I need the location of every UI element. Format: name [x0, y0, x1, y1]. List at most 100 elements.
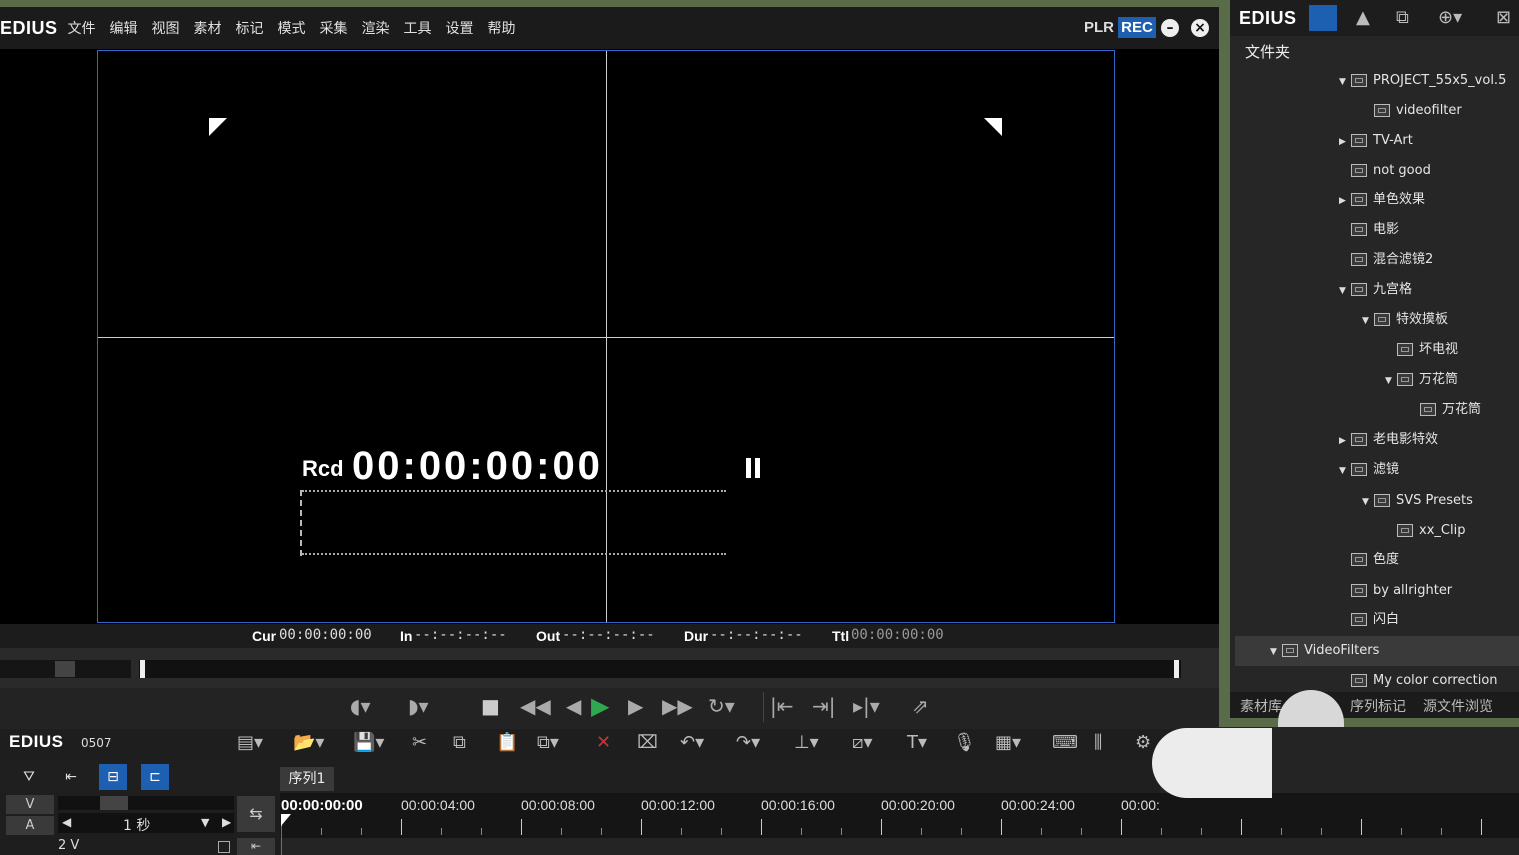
expand-right-icon[interactable]: ▶ [1339, 431, 1351, 451]
tab-sequence1[interactable]: 序列1 [280, 767, 334, 791]
menu-settings[interactable]: 设置 [446, 18, 474, 38]
expand-down-icon[interactable]: ▼ [1339, 461, 1351, 481]
swap-tracks-icon[interactable]: ⇆ [237, 796, 275, 832]
triangle-up-icon[interactable]: ▲ [1356, 7, 1370, 28]
step-forward-icon[interactable]: ▶ [628, 694, 643, 718]
marker-icon[interactable]: ⊥▾ [794, 732, 819, 753]
set-out-icon[interactable]: ◗▾ [408, 694, 429, 718]
close-icon[interactable]: × [1191, 19, 1209, 37]
tree-item[interactable]: ▼ 特效摸板 [1362, 310, 1448, 330]
playhead-marker[interactable] [281, 814, 291, 826]
plr-mode-button[interactable]: PLR [1084, 19, 1114, 36]
slider-end-marker[interactable] [1174, 660, 1179, 678]
menu-clip[interactable]: 素材 [194, 18, 222, 38]
voiceover-icon[interactable]: 🎙 [953, 732, 976, 753]
insert-mode-icon[interactable]: ⇤ [57, 764, 85, 790]
tree-item[interactable]: ▶ 单色效果 [1339, 190, 1425, 210]
link-folder-icon[interactable]: ⧉ [1396, 7, 1409, 28]
menu-view[interactable]: 视图 [152, 18, 180, 38]
paste-special-icon[interactable]: ⧉▾ [537, 732, 559, 753]
tree-item[interactable]: ▼ PROJECT_55x5_vol.5 [1339, 71, 1506, 91]
new-sequence-icon[interactable]: ▤▾ [237, 732, 263, 753]
play-icon[interactable]: ▶ [591, 692, 609, 720]
effect-icon[interactable]: ⧄▾ [852, 732, 872, 753]
position-slider[interactable] [139, 660, 1181, 678]
expand-down-icon[interactable]: ▼ [1385, 371, 1397, 391]
set-in-icon[interactable]: ◖▾ [350, 694, 371, 718]
export-icon[interactable]: ⇗ [912, 694, 929, 718]
track-height-knob[interactable] [100, 796, 128, 810]
tree-item[interactable]: ▼ 万花筒 [1385, 370, 1458, 390]
loop-icon[interactable]: ↻▾ [708, 694, 735, 718]
video-channel-label[interactable]: V [6, 795, 54, 814]
rewind-icon[interactable]: ◀◀ [520, 694, 551, 718]
chevron-down-icon[interactable]: ▼ [201, 816, 209, 829]
menu-marker[interactable]: 标记 [236, 18, 264, 38]
track-height-slider[interactable] [58, 796, 234, 810]
expand-right-icon[interactable]: ▶ [1339, 132, 1351, 152]
expand-down-icon[interactable]: ▼ [1339, 72, 1351, 92]
tree-item[interactable]: ▼ 九宫格 [1339, 280, 1412, 300]
menu-help[interactable]: 帮助 [488, 18, 516, 38]
mixer-icon[interactable]: ⫼ [1094, 732, 1102, 753]
slider-start-marker[interactable] [140, 660, 145, 678]
tree-item[interactable]: 色度 [1339, 550, 1399, 570]
menu-file[interactable]: 文件 [68, 18, 96, 38]
tree-item[interactable]: 混合滤镜2 [1339, 250, 1433, 270]
add-clip-icon[interactable]: ⊕▾ [1438, 7, 1462, 28]
tree-item[interactable]: 万花筒 [1408, 400, 1481, 420]
expand-down-icon[interactable]: ▼ [1362, 311, 1374, 331]
ripple-mode-icon[interactable]: ⛛ [15, 764, 43, 790]
tree-item[interactable]: ▼ 滤镜 [1339, 460, 1399, 480]
redo-icon[interactable]: ↷▾ [736, 732, 760, 753]
tab-source-browser[interactable]: 源文件浏览 [1423, 696, 1493, 716]
tree-item[interactable]: 闪白 [1339, 610, 1399, 630]
tree-item[interactable]: My color correction [1339, 671, 1498, 691]
tab-sequence-markers[interactable]: 序列标记 [1350, 696, 1406, 716]
tree-item[interactable]: 电影 [1339, 220, 1399, 240]
tree-item[interactable]: by allrighter [1339, 581, 1452, 601]
render-icon[interactable]: ▦▾ [995, 732, 1021, 753]
zoom-prev-icon[interactable]: ◀ [62, 815, 71, 829]
delete-icon[interactable]: ✕ [596, 732, 611, 753]
copy-icon[interactable]: ⧉ [453, 732, 466, 753]
tree-item[interactable]: 坏电视 [1385, 340, 1458, 360]
menu-render[interactable]: 渲染 [362, 18, 390, 38]
save-icon[interactable]: 💾▾ [353, 732, 384, 753]
shuttle-knob[interactable] [55, 661, 75, 677]
cut-icon[interactable]: ✂ [412, 732, 427, 753]
zoom-next-icon[interactable]: ▶ [222, 815, 231, 829]
group-mode-icon[interactable]: ⊏ [141, 764, 169, 790]
expand-right-icon[interactable]: ▶ [1339, 191, 1351, 211]
rec-mode-button[interactable]: REC [1118, 17, 1156, 38]
ripple-delete-icon[interactable]: ⌧ [637, 732, 658, 753]
bin-close-icon[interactable]: ⊠ [1496, 7, 1511, 28]
step-back-icon[interactable]: ◀ [566, 694, 581, 718]
link-mode-icon[interactable]: ⊟ [99, 764, 127, 790]
tree-item[interactable]: ▼ SVS Presets [1362, 491, 1473, 511]
tree-item[interactable]: ▼ VideoFilters [1270, 641, 1379, 661]
menu-edit[interactable]: 编辑 [110, 18, 138, 38]
menu-tools[interactable]: 工具 [404, 18, 432, 38]
undo-icon[interactable]: ↶▾ [680, 732, 704, 753]
title-icon[interactable]: T▾ [907, 732, 927, 753]
stop-icon[interactable]: ■ [481, 694, 500, 718]
insert-icon[interactable]: |⇤ [770, 694, 794, 718]
tree-item[interactable]: videofilter [1362, 101, 1462, 121]
keyboard-icon[interactable]: ⌨ [1052, 732, 1078, 753]
tree-item[interactable]: ▶ 老电影特效 [1339, 430, 1438, 450]
menu-capture[interactable]: 采集 [320, 18, 348, 38]
settings-icon[interactable]: ⚙ [1135, 732, 1151, 753]
expand-down-icon[interactable]: ▼ [1362, 492, 1374, 512]
open-project-icon[interactable]: 📂▾ [293, 732, 324, 753]
minimize-icon[interactable]: – [1161, 19, 1179, 37]
paste-icon[interactable]: 📋 [496, 732, 518, 753]
match-frame-icon[interactable]: ▸|▾ [853, 694, 880, 718]
fast-forward-icon[interactable]: ▶▶ [662, 694, 693, 718]
sync-icon[interactable]: ⇤ [237, 838, 275, 855]
tab-bin[interactable]: 素材库 [1240, 696, 1282, 716]
expand-down-icon[interactable]: ▼ [1339, 281, 1351, 301]
expand-down-icon[interactable]: ▼ [1270, 642, 1282, 662]
track-toggle-icon[interactable] [218, 841, 230, 853]
overwrite-icon[interactable]: ⇥| [812, 694, 836, 718]
